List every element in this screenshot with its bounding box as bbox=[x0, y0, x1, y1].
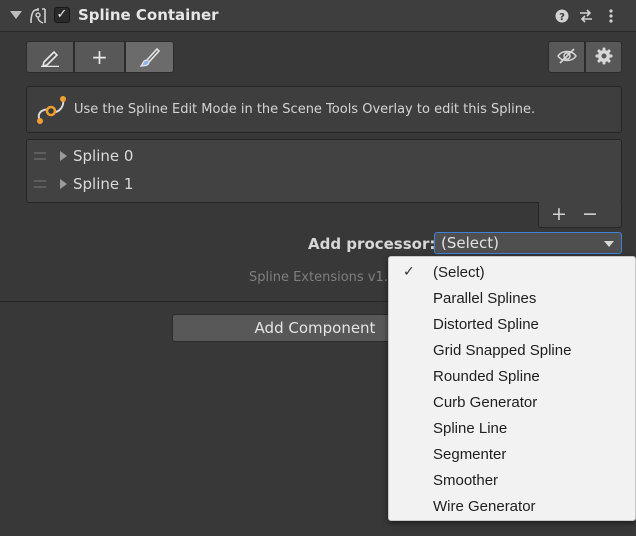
component-enabled-checkbox[interactable]: ✓ bbox=[54, 7, 70, 23]
spline-list: Spline 0 Spline 1 bbox=[26, 139, 622, 203]
menu-item-distorted-spline[interactable]: Distorted Spline bbox=[389, 311, 635, 337]
presets-icon[interactable] bbox=[578, 7, 594, 25]
draw-tool-button[interactable] bbox=[125, 41, 174, 73]
drag-handle-icon[interactable] bbox=[34, 152, 46, 160]
drag-handle-icon[interactable] bbox=[34, 180, 46, 188]
add-knot-button[interactable]: + bbox=[74, 41, 125, 73]
menu-item-segmenter[interactable]: Segmenter bbox=[389, 441, 635, 467]
menu-item-select[interactable]: ✓ (Select) bbox=[389, 259, 635, 285]
visibility-hidden-icon bbox=[556, 48, 577, 64]
spline-label: Spline 1 bbox=[73, 175, 134, 193]
add-processor-value: (Select) bbox=[441, 234, 499, 252]
dropdown-arrow-icon bbox=[604, 241, 614, 247]
menu-item-grid-snapped-spline[interactable]: Grid Snapped Spline bbox=[389, 337, 635, 363]
list-item[interactable]: Spline 0 bbox=[27, 143, 621, 171]
info-help-box: Use the Spline Edit Mode in the Scene To… bbox=[26, 86, 622, 133]
menu-item-wire-generator[interactable]: Wire Generator bbox=[389, 493, 635, 519]
spline-container-icon bbox=[30, 8, 46, 24]
remove-spline-button[interactable]: − bbox=[576, 202, 604, 226]
info-message: Use the Spline Edit Mode in the Scene To… bbox=[74, 102, 536, 117]
list-footer: + − bbox=[538, 202, 622, 228]
component-header: ✓ Spline Container ? bbox=[0, 0, 636, 32]
expand-arrow-icon[interactable] bbox=[60, 151, 67, 161]
menu-item-rounded-spline[interactable]: Rounded Spline bbox=[389, 363, 635, 389]
extension-version-text: Spline Extensions v1.0 bbox=[249, 270, 397, 285]
add-processor-dropdown[interactable]: (Select) bbox=[434, 232, 622, 254]
brush-icon bbox=[139, 47, 160, 67]
foldout-chevron-down-icon[interactable] bbox=[10, 11, 22, 19]
visibility-toggle-button[interactable] bbox=[548, 41, 585, 73]
gear-icon bbox=[595, 47, 612, 65]
svg-text:?: ? bbox=[559, 12, 565, 23]
more-options-icon[interactable] bbox=[603, 7, 619, 25]
check-icon: ✓ bbox=[403, 263, 415, 279]
menu-item-smoother[interactable]: Smoother bbox=[389, 467, 635, 493]
edit-tool-button[interactable] bbox=[26, 41, 74, 73]
menu-item-curb-generator[interactable]: Curb Generator bbox=[389, 389, 635, 415]
expand-arrow-icon[interactable] bbox=[60, 179, 67, 189]
plus-icon: + bbox=[91, 45, 108, 69]
processor-dropdown-menu: ✓ (Select) Parallel Splines Distorted Sp… bbox=[388, 256, 636, 521]
list-item[interactable]: Spline 1 bbox=[27, 171, 621, 199]
edit-pen-icon bbox=[41, 50, 59, 68]
add-spline-button[interactable]: + bbox=[545, 202, 573, 226]
help-icon[interactable]: ? bbox=[554, 7, 570, 25]
menu-item-parallel-splines[interactable]: Parallel Splines bbox=[389, 285, 635, 311]
settings-button[interactable] bbox=[585, 41, 622, 73]
menu-item-spline-line[interactable]: Spline Line bbox=[389, 415, 635, 441]
add-processor-label: Add processor: bbox=[308, 235, 436, 253]
component-title: Spline Container bbox=[78, 6, 219, 24]
spline-label: Spline 0 bbox=[73, 147, 134, 165]
spline-icon bbox=[37, 96, 66, 124]
